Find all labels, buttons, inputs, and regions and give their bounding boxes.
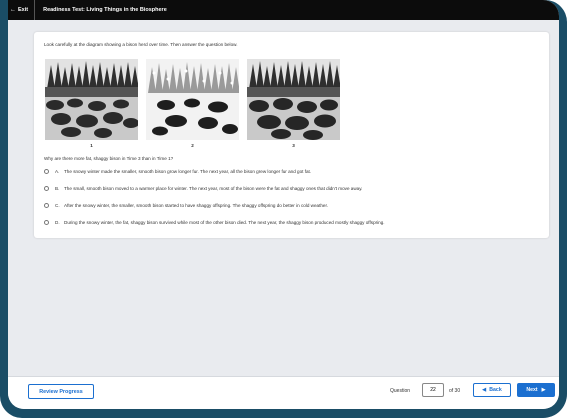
question-total: of 30	[449, 388, 461, 394]
option-text: The snowy winter made the smaller, smoot…	[64, 169, 312, 174]
option-text: After the snowy winter, the smaller, smo…	[64, 203, 329, 208]
option-letter: B.	[55, 186, 60, 191]
footer-bar: Review Progress Question 22 of 30 ◀ Back…	[8, 376, 559, 409]
bison-image-1	[45, 59, 138, 140]
exit-button[interactable]: ← Exit	[8, 0, 36, 20]
answer-option-d[interactable]: D. During the snowy winter, the fat, sha…	[44, 220, 385, 225]
chevron-right-icon: ▶	[541, 387, 546, 393]
option-letter: C.	[55, 203, 60, 208]
bison-image-2	[146, 59, 239, 140]
bison-image-3	[247, 59, 340, 140]
next-label: Next	[526, 387, 538, 393]
device-frame: ← Exit Readiness Test: Living Things in …	[0, 0, 567, 418]
option-text: During the snowy winter, the fat, shaggy…	[64, 220, 385, 225]
option-text: The small, smooth bison moved to a warme…	[64, 186, 363, 191]
radio-button-b[interactable]	[44, 186, 49, 191]
next-button[interactable]: Next ▶	[517, 383, 555, 397]
top-bar: ← Exit Readiness Test: Living Things in …	[8, 0, 559, 20]
answer-option-b[interactable]: B. The small, smooth bison moved to a wa…	[44, 186, 362, 191]
answer-option-c[interactable]: C. After the snowy winter, the smaller, …	[44, 203, 328, 208]
figure-label-3: 3	[292, 143, 295, 148]
option-letter: D.	[55, 220, 60, 225]
question-text: Why are there more fat, shaggy bison in …	[44, 156, 174, 161]
answer-option-a[interactable]: A. The snowy winter made the smaller, sm…	[44, 169, 311, 174]
test-title: Readiness Test: Living Things in the Bio…	[43, 7, 167, 13]
radio-button-c[interactable]	[44, 203, 49, 208]
back-arrow-icon: ←	[10, 7, 16, 13]
back-label: Back	[489, 387, 502, 393]
figure-label-1: 1	[90, 143, 93, 148]
screen: ← Exit Readiness Test: Living Things in …	[8, 0, 559, 409]
figure-label-2: 2	[191, 143, 194, 148]
question-label: Question	[390, 388, 411, 394]
review-progress-button[interactable]: Review Progress	[28, 384, 94, 399]
radio-button-a[interactable]	[44, 169, 49, 174]
back-button[interactable]: ◀ Back	[473, 383, 511, 397]
instruction-text: Look carefully at the diagram showing a …	[44, 42, 238, 47]
question-number-input[interactable]: 22	[422, 383, 444, 397]
chevron-left-icon: ◀	[482, 387, 487, 393]
exit-label: Exit	[18, 7, 29, 13]
radio-button-d[interactable]	[44, 220, 49, 225]
option-letter: A.	[55, 169, 60, 174]
question-card: Look carefully at the diagram showing a …	[34, 32, 549, 238]
